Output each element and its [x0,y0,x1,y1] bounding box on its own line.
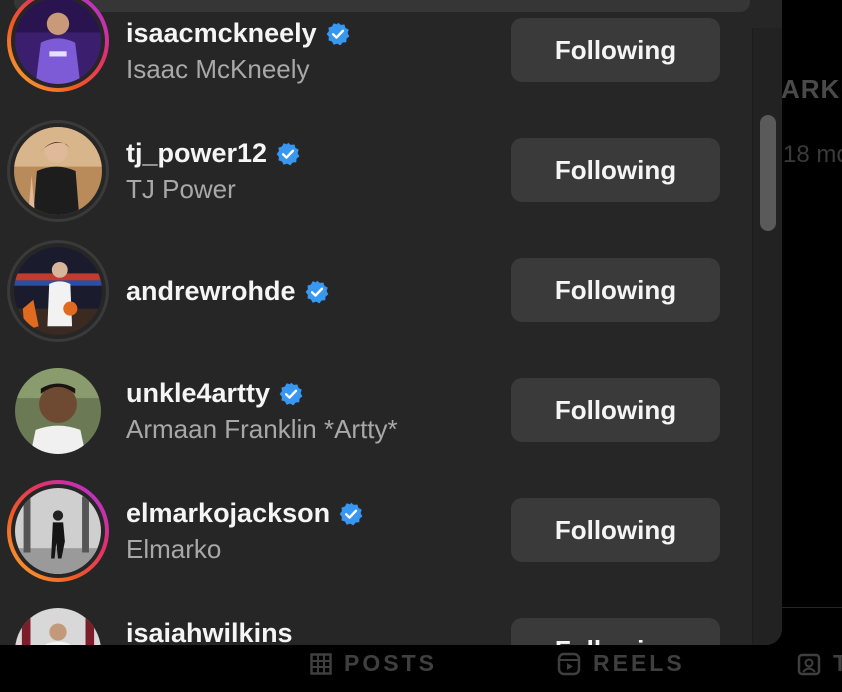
profile-photo [15,0,101,84]
avatar[interactable] [7,240,109,342]
profile-photo [15,608,101,645]
tab-reels-label: REELS [593,650,685,676]
following-button[interactable]: Following [511,378,720,442]
full-name: Elmarko [126,534,222,564]
following-button[interactable]: Following [511,138,720,202]
verified-badge-icon [305,280,328,303]
following-button[interactable]: Following [511,18,720,82]
list-item: tj_power12 TJ Power Following [0,110,752,230]
post-time-fragment: 18 mo [783,141,842,168]
tab-tagged[interactable]: T [797,650,842,677]
avatar[interactable] [7,600,109,645]
full-name: Armaan Franklin *Artty* [126,414,398,444]
grid-icon [310,652,332,675]
username[interactable]: isaacmckneely [126,18,317,49]
username[interactable]: unkle4artty [126,378,270,409]
username[interactable]: isaiahwilkins [126,618,293,645]
tab-tagged-label: T [833,650,842,677]
verified-badge-icon [339,502,363,525]
avatar[interactable] [7,120,109,222]
username[interactable]: tj_power12 [126,138,267,169]
tab-reels[interactable]: REELS [557,650,685,677]
verified-badge-icon [276,142,300,165]
scrollbar-thumb[interactable] [760,115,776,231]
tab-posts-label: POSTS [344,650,437,676]
profile-photo [14,247,102,335]
verified-badge-icon [279,382,303,405]
following-button[interactable]: Following [511,258,720,322]
list-item: elmarkojackson Elmarko Following [0,470,752,590]
profile-photo [15,488,101,574]
list-item: isaiahwilkins Following [0,590,752,645]
tagged-icon [797,653,821,675]
following-button[interactable]: Following [511,618,720,645]
username[interactable]: elmarkojackson [126,498,330,529]
list-item: unkle4artty Armaan Franklin *Artty* Foll… [0,350,752,470]
tab-posts[interactable]: POSTS [310,650,437,677]
avatar[interactable] [7,360,109,462]
profile-name-fragment: ARKU [781,74,842,104]
reels-icon [557,652,581,675]
profile-photo [14,127,102,215]
avatar[interactable] [7,0,109,92]
profile-photo [15,368,101,454]
full-name: TJ Power [126,174,236,204]
avatar[interactable] [7,480,109,582]
username[interactable]: andrewrohde [126,276,296,307]
divider [782,607,842,608]
following-button[interactable]: Following [511,498,720,562]
following-modal: isaacmckneely Isaac McKneely Following t… [0,0,782,645]
list-item: andrewrohde Following [0,230,752,350]
verified-badge-icon [326,22,350,45]
full-name: Isaac McKneely [126,54,310,84]
list-item: isaacmckneely Isaac McKneely Following [0,0,752,110]
